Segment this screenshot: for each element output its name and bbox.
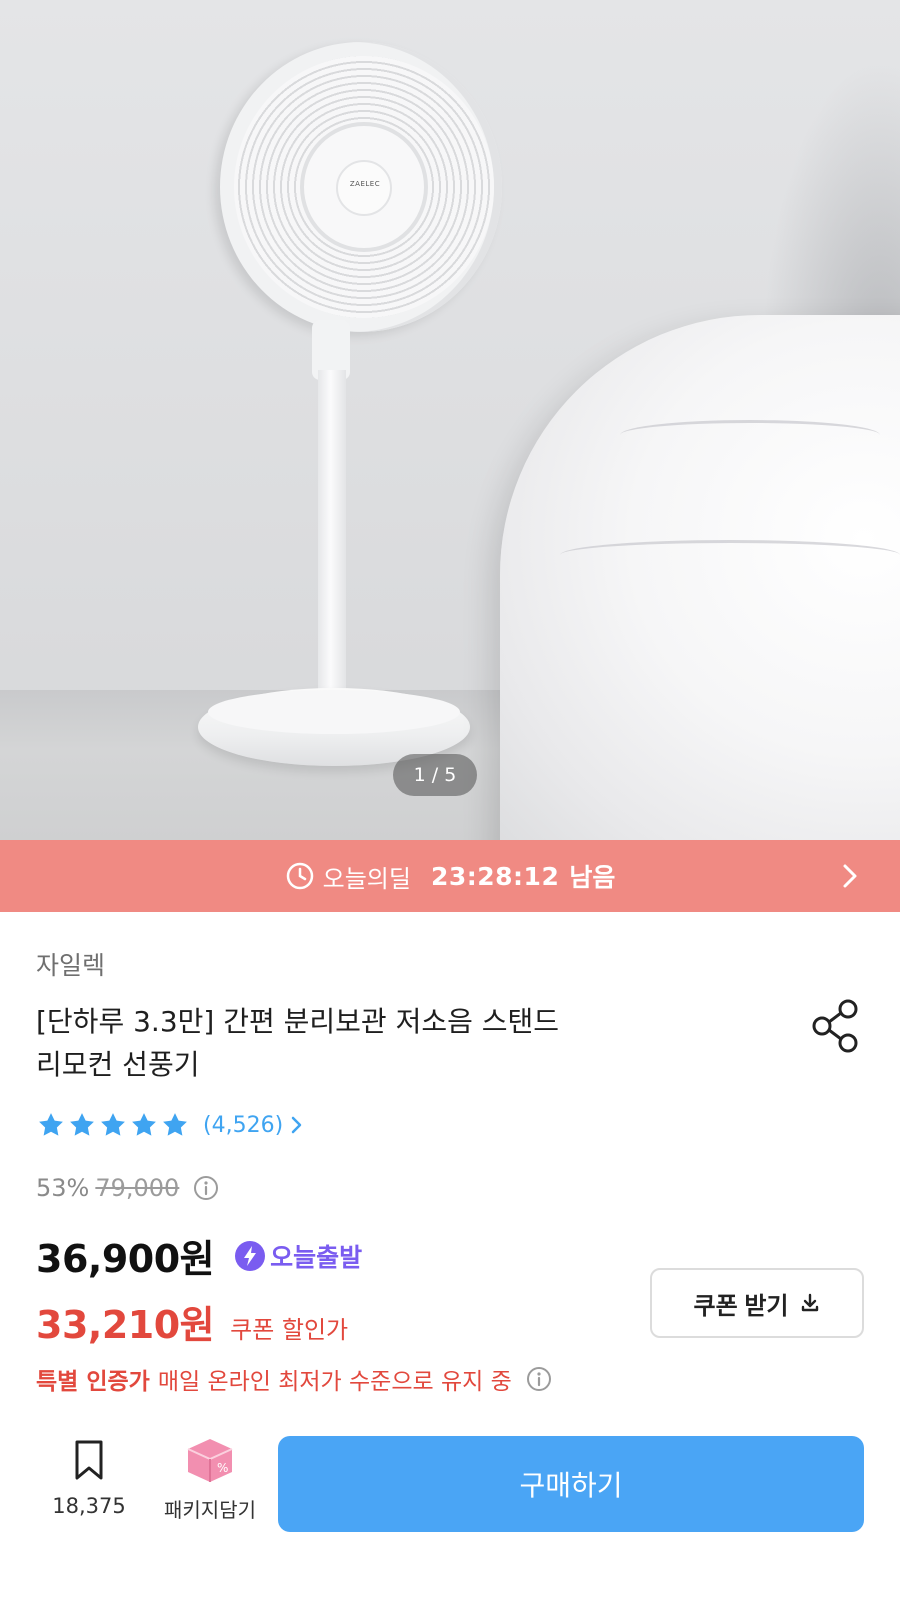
discount-row: 53% 79,000 bbox=[36, 1174, 219, 1202]
bed bbox=[500, 315, 900, 840]
discount-rate: 53% bbox=[36, 1174, 90, 1202]
star-icon bbox=[70, 1113, 94, 1136]
chevron-right-icon bbox=[843, 864, 857, 888]
coupon-price-label: 쿠폰 할인가 bbox=[230, 1316, 349, 1344]
get-coupon-label: 쿠폰 받기 bbox=[693, 1292, 789, 1320]
chevron-right-icon bbox=[291, 1116, 302, 1134]
star-icon bbox=[163, 1113, 187, 1136]
fan-brand-text: ZAELEC bbox=[349, 180, 381, 188]
bookmark-count: 18,375 bbox=[52, 1494, 126, 1518]
buy-button[interactable]: 구매하기 bbox=[278, 1436, 864, 1532]
deal-countdown: 23:28:12 bbox=[430, 861, 560, 891]
product-title-line: [단하루 3.3만] 간편 분리보관 저소음 스탠드 bbox=[36, 1005, 560, 1038]
special-price-notice: 특별 인증가 매일 온라인 최저가 수준으로 유지 중 bbox=[36, 1362, 552, 1396]
info-icon[interactable] bbox=[193, 1175, 219, 1201]
delivery-badge-label: 오늘출발 bbox=[270, 1242, 363, 1272]
package-box-icon: % bbox=[187, 1439, 233, 1482]
star-icon bbox=[132, 1113, 156, 1136]
product-title: [단하루 3.3만] 간편 분리보관 저소음 스탠드 리모컨 선풍기 bbox=[36, 1000, 736, 1086]
rating-summary[interactable]: (4,526) bbox=[36, 1110, 305, 1140]
add-to-package-button[interactable]: % 패키지담기 bbox=[152, 1436, 268, 1523]
bookmark-button[interactable]: 18,375 bbox=[44, 1438, 134, 1518]
special-price-text: 매일 온라인 최저가 수준으로 유지 중 bbox=[157, 1369, 512, 1395]
fan-pole bbox=[318, 370, 346, 715]
fan-hub bbox=[336, 160, 392, 216]
clock-icon bbox=[286, 862, 313, 890]
bed-fold bbox=[620, 420, 880, 450]
get-coupon-button[interactable]: 쿠폰 받기 bbox=[650, 1268, 864, 1338]
package-label: 패키지담기 bbox=[164, 1498, 256, 1522]
share-icon[interactable] bbox=[810, 998, 862, 1054]
image-page-counter: 1 / 5 bbox=[393, 754, 477, 796]
brand-name[interactable]: 자일렉 bbox=[36, 946, 105, 982]
svg-text:%: % bbox=[217, 1461, 228, 1475]
coupon-price-row: 33,210원 쿠폰 할인가 bbox=[36, 1294, 348, 1349]
bookmark-icon bbox=[75, 1440, 103, 1480]
coupon-price: 33,210원 bbox=[36, 1303, 215, 1347]
deal-remaining-label: 남음 bbox=[569, 863, 616, 892]
product-image[interactable]: ZAELEC 1 / 5 bbox=[0, 0, 900, 840]
product-title-line: 리모컨 선풍기 bbox=[36, 1048, 200, 1081]
star-rating bbox=[36, 1110, 191, 1140]
info-icon[interactable] bbox=[526, 1366, 552, 1392]
todays-deal-banner[interactable]: 오늘의딜 23:28:12 남음 bbox=[0, 840, 900, 912]
price-row: 36,900원 오늘출발 bbox=[36, 1228, 362, 1283]
sale-price: 36,900원 bbox=[36, 1237, 215, 1281]
star-icon bbox=[39, 1113, 63, 1136]
fan-base-top bbox=[208, 690, 460, 734]
star-icon bbox=[101, 1113, 125, 1136]
lightning-icon bbox=[235, 1240, 266, 1271]
review-count[interactable]: (4,526) bbox=[203, 1113, 283, 1138]
same-day-delivery-badge: 오늘출발 bbox=[234, 1238, 362, 1274]
deal-label: 오늘의딜 bbox=[322, 864, 411, 893]
bed-fold bbox=[560, 540, 900, 570]
original-price: 79,000 bbox=[95, 1174, 180, 1202]
download-icon bbox=[801, 1293, 818, 1312]
special-price-title: 특별 인증가 bbox=[36, 1369, 150, 1395]
